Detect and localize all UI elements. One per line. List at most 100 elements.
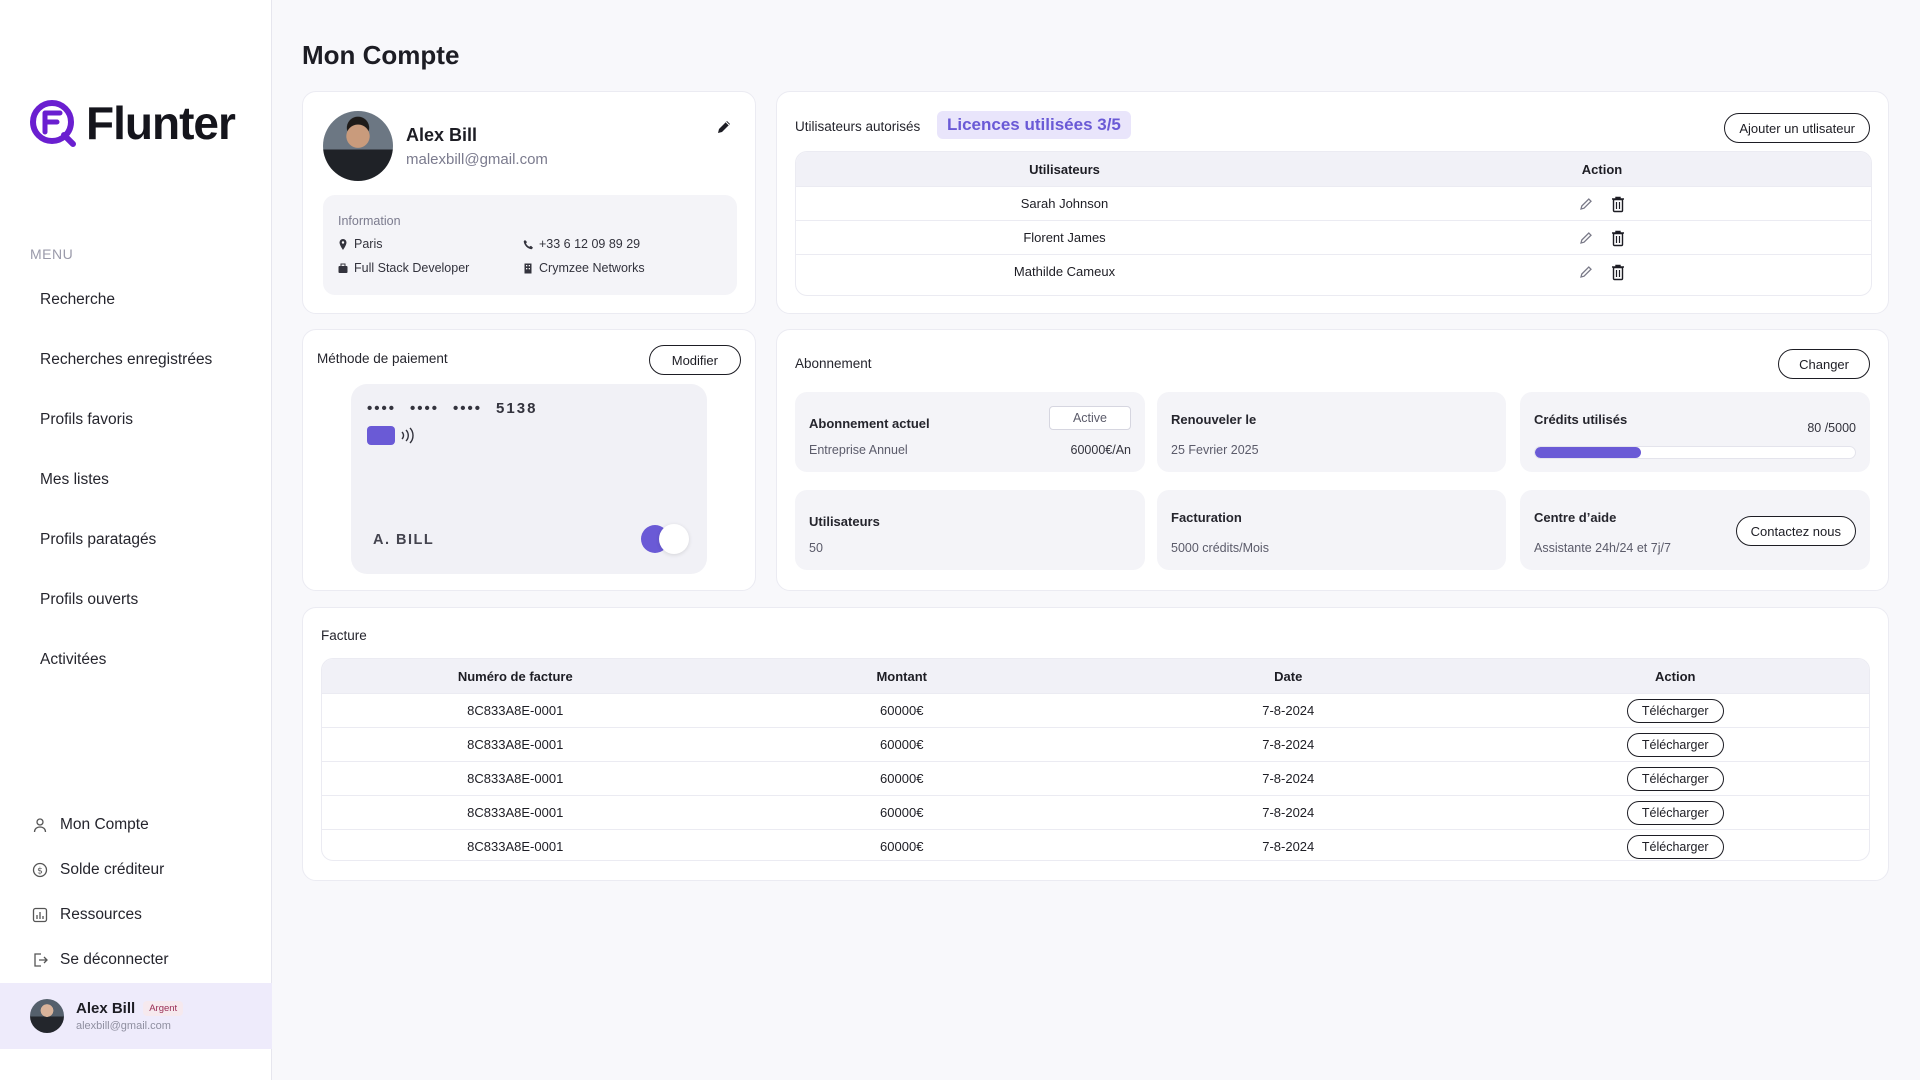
subscription-title: Abonnement: [795, 356, 872, 371]
nav-label: Se déconnecter: [60, 950, 169, 968]
trash-icon[interactable]: [1609, 229, 1627, 247]
credits-progress-fill: [1535, 447, 1641, 458]
phone-text: +33 6 12 09 89 29: [539, 237, 641, 251]
phone-icon: [523, 239, 533, 249]
trash-icon[interactable]: [1609, 195, 1627, 213]
info-title: Information: [338, 214, 401, 228]
nav-label: Ressources: [60, 905, 142, 923]
user-name-cell: Sarah Johnson: [1020, 196, 1109, 211]
authorized-users-card: Utilisateurs autorisés Licences utilisée…: [776, 91, 1889, 314]
modify-payment-button[interactable]: Modifier: [648, 345, 741, 375]
payment-method-card: Méthode de paiement Modifier •••• •••• •…: [302, 329, 756, 591]
edit-icon[interactable]: [1577, 229, 1595, 247]
renewal-tile: Renouveler le 25 Fevrier 2025: [1157, 392, 1506, 472]
flunter-logo-icon: [30, 100, 76, 147]
download-button[interactable]: Télécharger: [1626, 800, 1724, 825]
users-card-title: Utilisateurs autorisés: [795, 119, 921, 134]
invoice-title: Facture: [321, 628, 367, 643]
credit-card: •••• •••• •••• 5138 A. BILL: [351, 384, 707, 574]
tile-label: Centre d’aide: [1534, 510, 1617, 525]
sidebar-item-profils-favoris[interactable]: Profils favoris: [0, 390, 272, 450]
brand-name: Flunter: [86, 97, 236, 149]
sidebar-item-profils-ouverts[interactable]: Profils ouverts: [0, 570, 272, 630]
nav-mon-compte[interactable]: Mon Compte: [0, 802, 272, 847]
dollar-icon: $: [32, 862, 48, 877]
edit-icon[interactable]: [1577, 195, 1595, 213]
building-icon: [524, 263, 532, 273]
logo[interactable]: Flunter: [28, 96, 236, 150]
location-pin-icon: [339, 238, 347, 250]
invoice-date: 7-8-2024: [1262, 703, 1315, 718]
nav-label: Solde créditeur: [60, 860, 165, 878]
nav-label: Mon Compte: [60, 815, 149, 833]
menu-label: MENU: [30, 246, 74, 262]
sidebar: Flunter MENU Recherche Recherches enregi…: [0, 0, 272, 1080]
download-button[interactable]: Télécharger: [1626, 732, 1724, 757]
card-toggle[interactable]: [641, 524, 689, 554]
tile-label: Crédits utilisés: [1534, 412, 1628, 427]
info-role: Full Stack Developer: [338, 261, 469, 275]
help-value: Assistante 24h/24 et 7j/7: [1534, 541, 1671, 555]
card-mask-group: ••••: [367, 400, 397, 417]
sidebar-item-activites[interactable]: Activitées: [0, 630, 272, 690]
nav-se-deconnecter[interactable]: Se déconnecter: [0, 937, 272, 982]
plan-badge: Argent: [143, 1001, 184, 1016]
profile-avatar: [323, 111, 393, 181]
invoice-amount: 60000€: [880, 839, 924, 854]
avatar: [30, 999, 64, 1033]
invoice-card: Facture Numéro de facture Montant Date A…: [302, 607, 1889, 881]
nav-ressources[interactable]: Ressources: [0, 892, 272, 937]
sidebar-item-recherches-enregistrees[interactable]: Recherches enregistrées: [0, 330, 272, 390]
invoice-table: Numéro de facture Montant Date Action 8C…: [321, 658, 1870, 861]
download-button[interactable]: Télécharger: [1626, 698, 1724, 723]
nav-solde-crediteur[interactable]: $ Solde créditeur: [0, 847, 272, 892]
info-company: Crymzee Networks: [523, 261, 645, 275]
sidebar-item-mes-listes[interactable]: Mes listes: [0, 450, 272, 510]
sidebar-item-profils-partages[interactable]: Profils paratagés: [0, 510, 272, 570]
chart-icon: [32, 907, 48, 922]
plan-price: 60000€/An: [1070, 443, 1131, 457]
column-header: Montant: [876, 668, 928, 684]
users-table: Utilisateurs Action Sarah Johnson Floren…: [795, 151, 1872, 296]
table-row: Mathilde Cameux: [796, 254, 1871, 288]
card-last4: 5138: [496, 400, 538, 417]
add-user-button[interactable]: Ajouter un utlisateur: [1724, 113, 1870, 143]
plan-name: Entreprise Annuel: [809, 443, 908, 457]
table-row: 8C833A8E-0001 60000€ 7-8-2024 Télécharge…: [322, 795, 1869, 829]
invoice-number: 8C833A8E-0001: [467, 703, 564, 718]
change-subscription-button[interactable]: Changer: [1778, 349, 1870, 379]
invoice-amount: 60000€: [880, 703, 924, 718]
trash-icon[interactable]: [1609, 263, 1627, 281]
table-row: 8C833A8E-0001 60000€ 7-8-2024 Télécharge…: [322, 727, 1869, 761]
table-row: 8C833A8E-0001 60000€ 7-8-2024 Télécharge…: [322, 693, 1869, 727]
invoice-date: 7-8-2024: [1262, 805, 1315, 820]
current-plan-tile: Abonnement actuel Active Entreprise Annu…: [795, 392, 1145, 472]
edit-icon[interactable]: [1577, 263, 1595, 281]
users-tile: Utilisateurs 50: [795, 490, 1145, 570]
user-name-cell: Mathilde Cameux: [1013, 264, 1116, 279]
sidebar-item-recherche[interactable]: Recherche: [0, 270, 272, 330]
invoice-number: 8C833A8E-0001: [467, 737, 564, 752]
current-user[interactable]: Alex Bill Argent alexbill@gmail.com: [0, 983, 272, 1049]
user-email: alexbill@gmail.com: [76, 1020, 171, 1032]
table-row: Florent James: [796, 220, 1871, 254]
credits-tile: Crédits utilisés 80 /5000: [1520, 392, 1870, 472]
city-text: Paris: [354, 237, 383, 251]
table-row: Sarah Johnson: [796, 186, 1871, 220]
download-button[interactable]: Télécharger: [1626, 766, 1724, 791]
column-header: Action: [1581, 161, 1623, 177]
info-phone: +33 6 12 09 89 29: [523, 237, 640, 251]
contact-us-button[interactable]: Contactez nous: [1735, 516, 1856, 546]
user-icon: [33, 817, 47, 832]
renewal-date: 25 Fevrier 2025: [1171, 443, 1259, 457]
tile-label: Abonnement actuel: [809, 416, 930, 431]
users-count: 50: [809, 541, 823, 555]
table-header: Numéro de facture Montant Date Action: [322, 659, 1869, 693]
subscription-card: Abonnement Changer Abonnement actuel Act…: [776, 329, 1889, 591]
invoice-number: 8C833A8E-0001: [467, 839, 564, 854]
edit-profile-icon[interactable]: [715, 118, 733, 136]
invoice-date: 7-8-2024: [1262, 771, 1315, 786]
user-name: Alex Bill: [76, 1000, 136, 1017]
download-button[interactable]: Télécharger: [1626, 834, 1724, 859]
logout-icon: [34, 952, 48, 967]
